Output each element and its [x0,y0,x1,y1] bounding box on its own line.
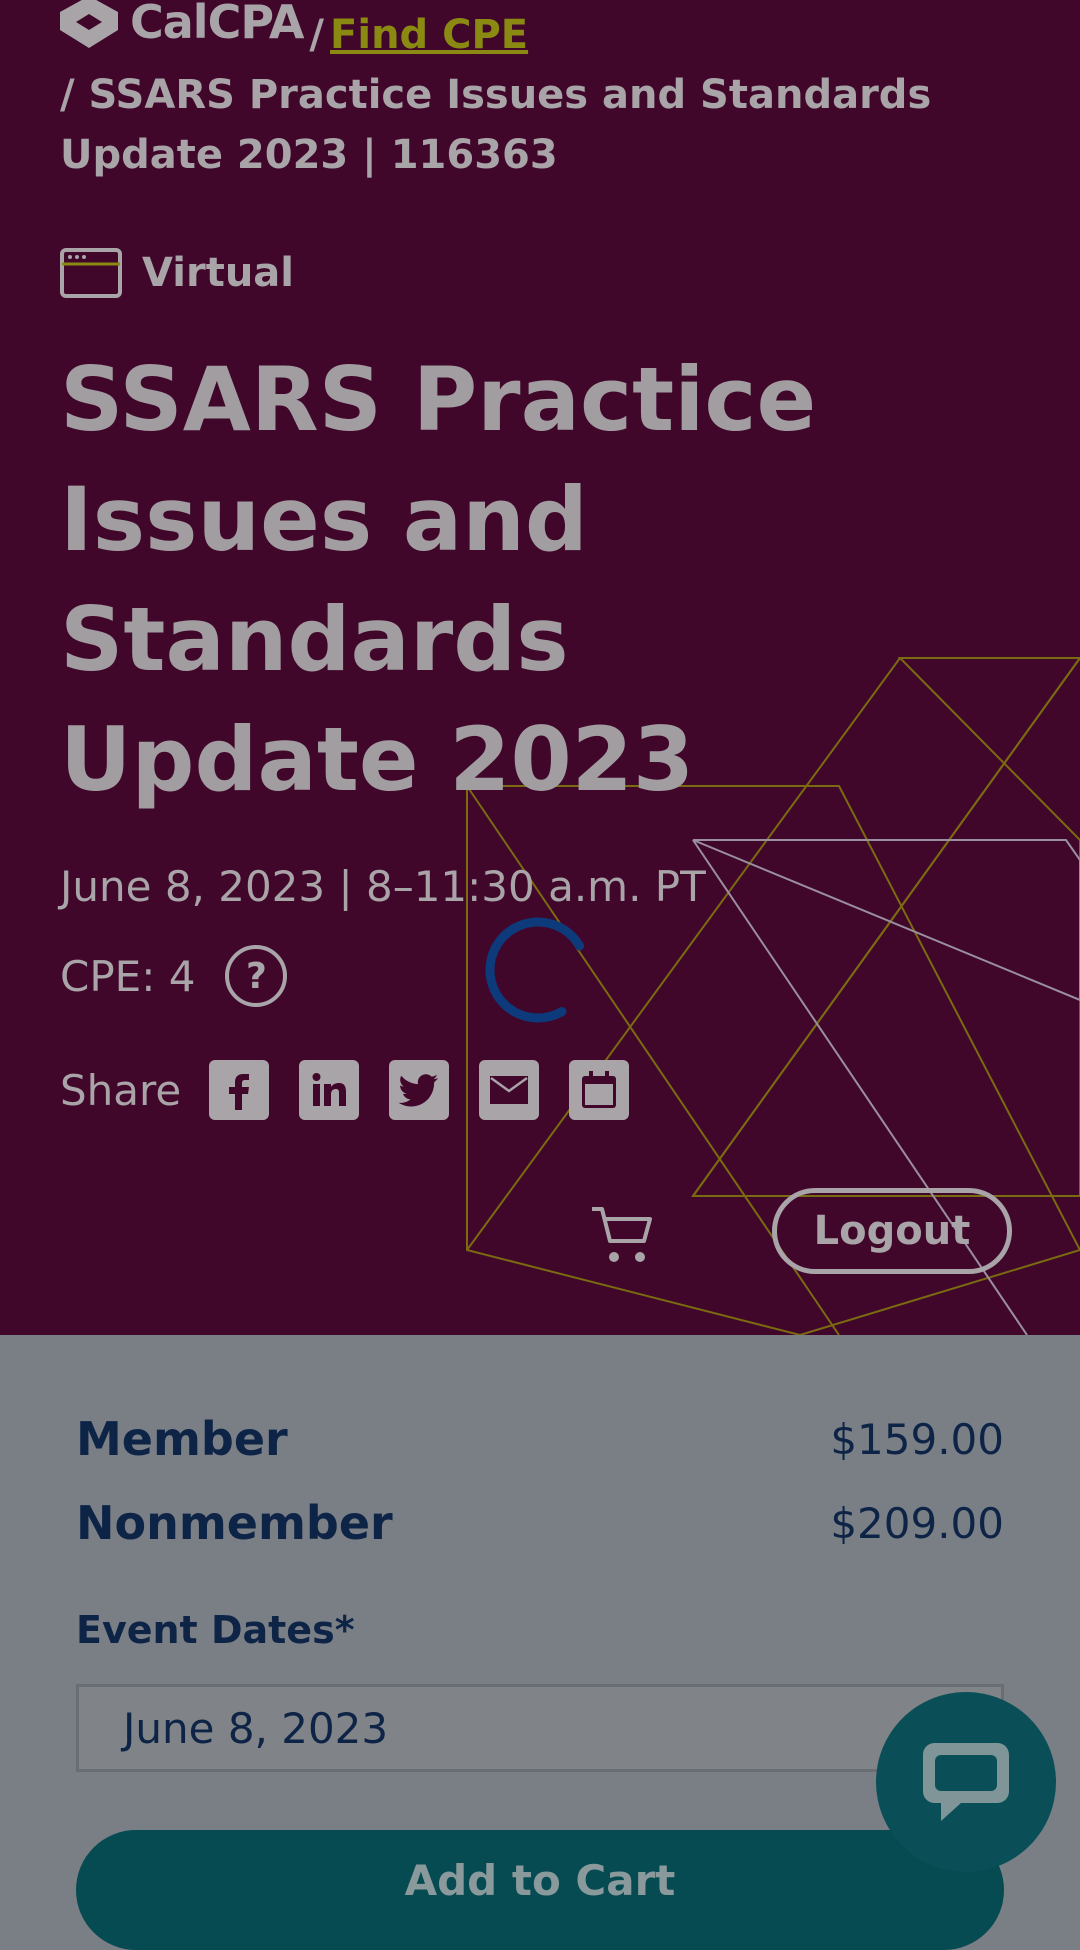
calendar-icon[interactable] [569,1060,630,1120]
add-to-cart-button[interactable]: Add to Cart [76,1830,1004,1950]
event-hero: CalCPA / Find CPE / SSARS Practice Issues… [0,0,1080,1335]
email-icon[interactable] [479,1060,540,1120]
nonmember-price: $209.00 [830,1498,1004,1548]
linkedin-icon[interactable] [299,1060,360,1120]
breadcrumb-separator: / [309,12,325,58]
member-price-row: Member $159.00 [76,1412,1004,1466]
breadcrumb-current: / SSARS Practice Issues and Standards Up… [60,72,932,178]
member-price: $159.00 [830,1414,1004,1464]
event-date-time: June 8, 2023 | 8–11:30 a.m. PT [60,862,706,911]
event-dates-label: Event Dates* [76,1608,355,1652]
question-circle-icon[interactable]: ? [225,945,288,1007]
cpe-label: CPE: 4 [60,951,196,1001]
event-format: Virtual [60,248,294,298]
browser-window-icon [60,248,122,298]
chat-bubble-icon [923,1743,1009,1821]
breadcrumb-link-find-cpe[interactable]: Find CPE [330,12,528,58]
facebook-icon[interactable] [209,1060,270,1120]
calcpa-logo[interactable]: CalCPA [60,0,304,52]
share-label: Share [60,1065,182,1115]
twitter-icon[interactable] [389,1060,450,1120]
cart-icon[interactable] [590,1205,656,1265]
logout-button[interactable]: Logout [772,1188,1012,1274]
event-dates-select[interactable]: June 8, 2023 [76,1684,1004,1772]
page-title: SSARS Practice Issues and Standards Upda… [60,348,817,811]
chat-button[interactable] [876,1692,1056,1872]
logo-text: CalCPA [130,0,304,49]
member-label: Member [76,1412,288,1466]
share-bar: Share [60,1060,659,1120]
calcpa-logo-icon [60,0,118,48]
cpe-credits: CPE: 4 ? [60,945,288,1007]
event-format-label: Virtual [142,250,294,296]
breadcrumb: CalCPA / Find CPE / SSARS Practice Issues… [60,0,960,185]
nonmember-price-row: Nonmember $209.00 [76,1496,1004,1550]
nonmember-label: Nonmember [76,1496,393,1550]
loading-spinner-icon [485,917,585,1023]
